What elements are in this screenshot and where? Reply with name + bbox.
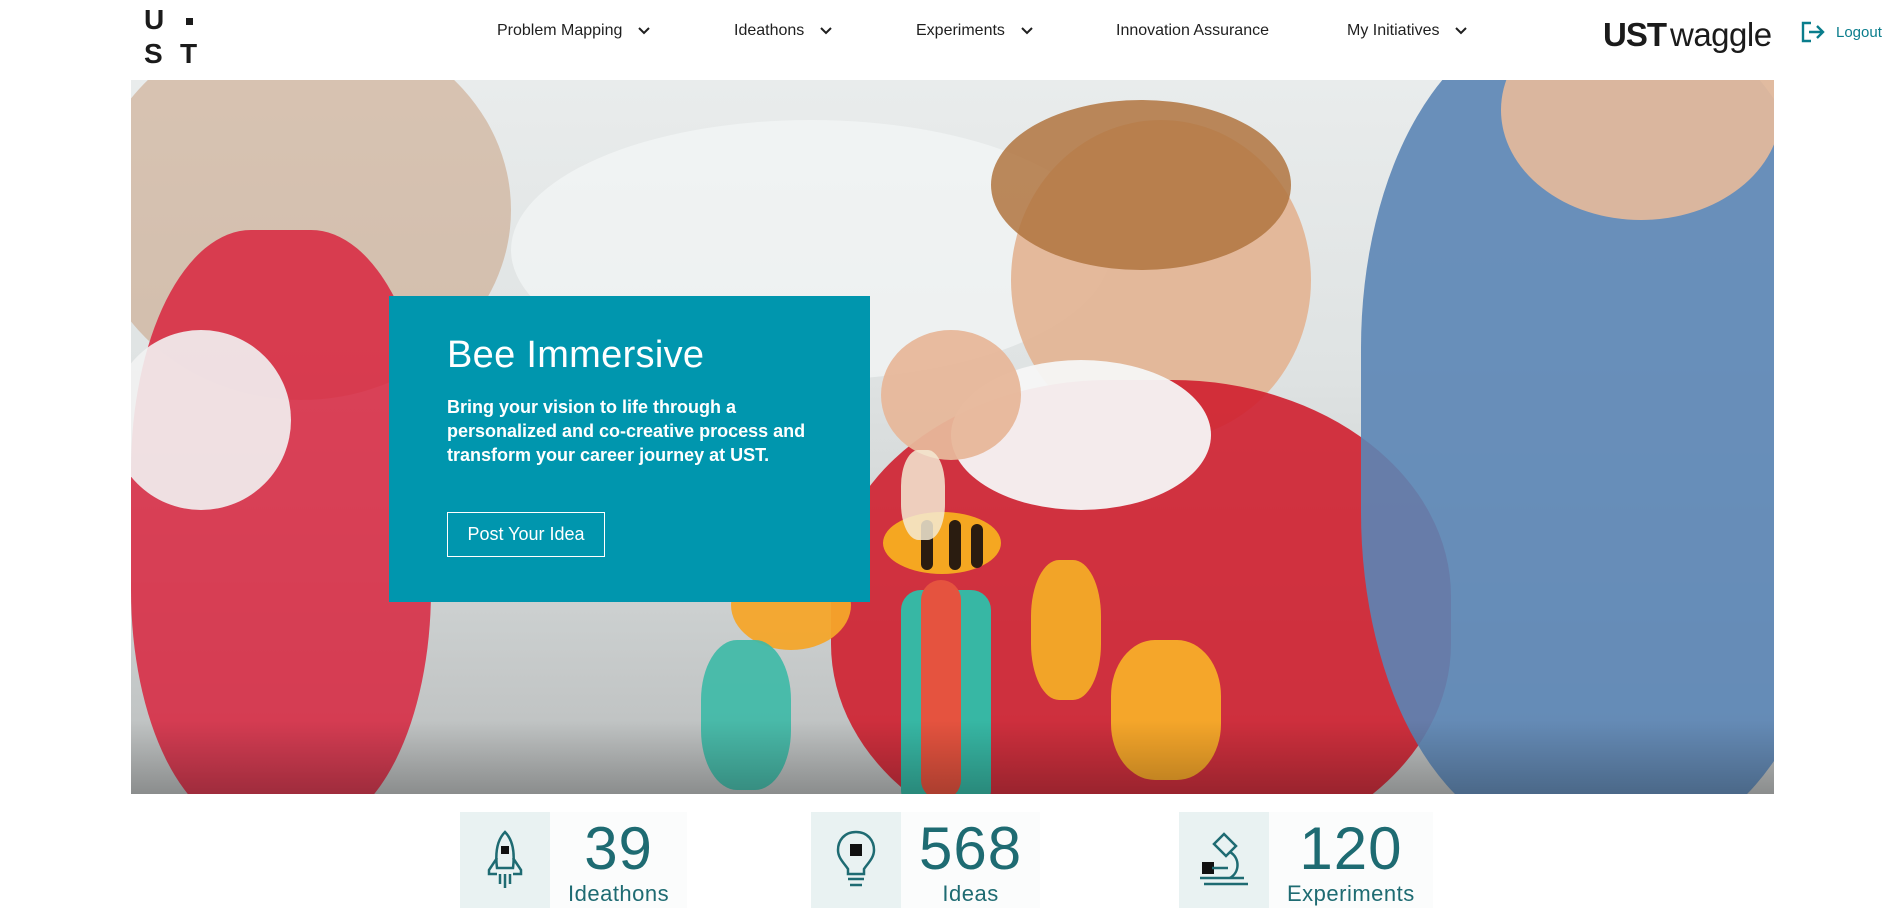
stat-text: 39 Ideathons — [550, 812, 687, 908]
promo-card: Bee Immersive Bring your vision to life … — [389, 296, 870, 602]
logout-label: Logout — [1836, 23, 1882, 41]
logo-letter-s: S — [144, 38, 163, 69]
rocket-icon — [487, 830, 523, 888]
chevron-down-icon — [820, 27, 832, 35]
stat-ideas[interactable]: 568 Ideas — [811, 812, 1041, 908]
logo-letter-u: U — [144, 4, 165, 35]
brand-bold: UST — [1603, 16, 1667, 53]
nav-experiments[interactable]: Experiments — [916, 22, 1035, 40]
chevron-down-icon — [638, 27, 651, 35]
hero-description: Bring your vision to life through a pers… — [447, 397, 806, 465]
nav-ideathons[interactable]: Ideathons — [734, 22, 834, 40]
logo-dot — [186, 18, 193, 25]
ust-waggle-brand[interactable]: UST waggle — [1603, 16, 1772, 56]
stat-ideathons[interactable]: 39 Ideathons — [460, 812, 688, 908]
stat-value: 39 — [584, 815, 653, 882]
stat-value: 568 — [919, 815, 1023, 882]
logo-letter-t: T — [180, 38, 198, 69]
logout-icon — [1801, 21, 1825, 43]
nav-problem-mapping[interactable]: Problem Mapping — [497, 22, 652, 40]
stat-label: Ideathons — [568, 881, 670, 906]
chevron-down-icon — [1021, 27, 1033, 35]
stat-experiments[interactable]: 120 Experiments — [1179, 812, 1433, 908]
lightbulb-icon — [836, 830, 876, 887]
ust-logo[interactable]: U S T — [144, 4, 200, 69]
nav-label: My Initiatives — [1347, 22, 1440, 39]
stat-icon-box — [1179, 812, 1269, 908]
hero-banner: Bee Immersive Bring your vision to life … — [131, 80, 1774, 794]
hero-title: Bee Immersive — [447, 334, 705, 376]
stat-icon-box — [811, 812, 901, 908]
stat-text: 120 Experiments — [1269, 812, 1433, 908]
chevron-down-icon — [1455, 27, 1468, 35]
logout-button[interactable]: Logout — [1800, 20, 1882, 44]
stat-text: 568 Ideas — [901, 812, 1040, 908]
post-your-idea-button[interactable]: Post Your Idea — [447, 512, 605, 557]
stat-icon-box — [460, 812, 550, 908]
top-header: U S T Problem Mapping Ideathons Experime… — [0, 0, 1895, 80]
nav-label: Ideathons — [734, 22, 805, 39]
stat-value: 120 — [1299, 815, 1403, 882]
microscope-icon — [1200, 832, 1248, 886]
nav-label: Problem Mapping — [497, 22, 623, 39]
stat-label: Experiments — [1287, 881, 1415, 906]
brand-light: waggle — [1670, 16, 1772, 53]
nav-label: Innovation Assurance — [1116, 22, 1269, 39]
stat-label: Ideas — [942, 881, 999, 906]
nav-label: Experiments — [916, 22, 1005, 39]
nav-innovation-assurance[interactable]: Innovation Assurance — [1116, 22, 1269, 40]
nav-my-initiatives[interactable]: My Initiatives — [1347, 22, 1469, 40]
